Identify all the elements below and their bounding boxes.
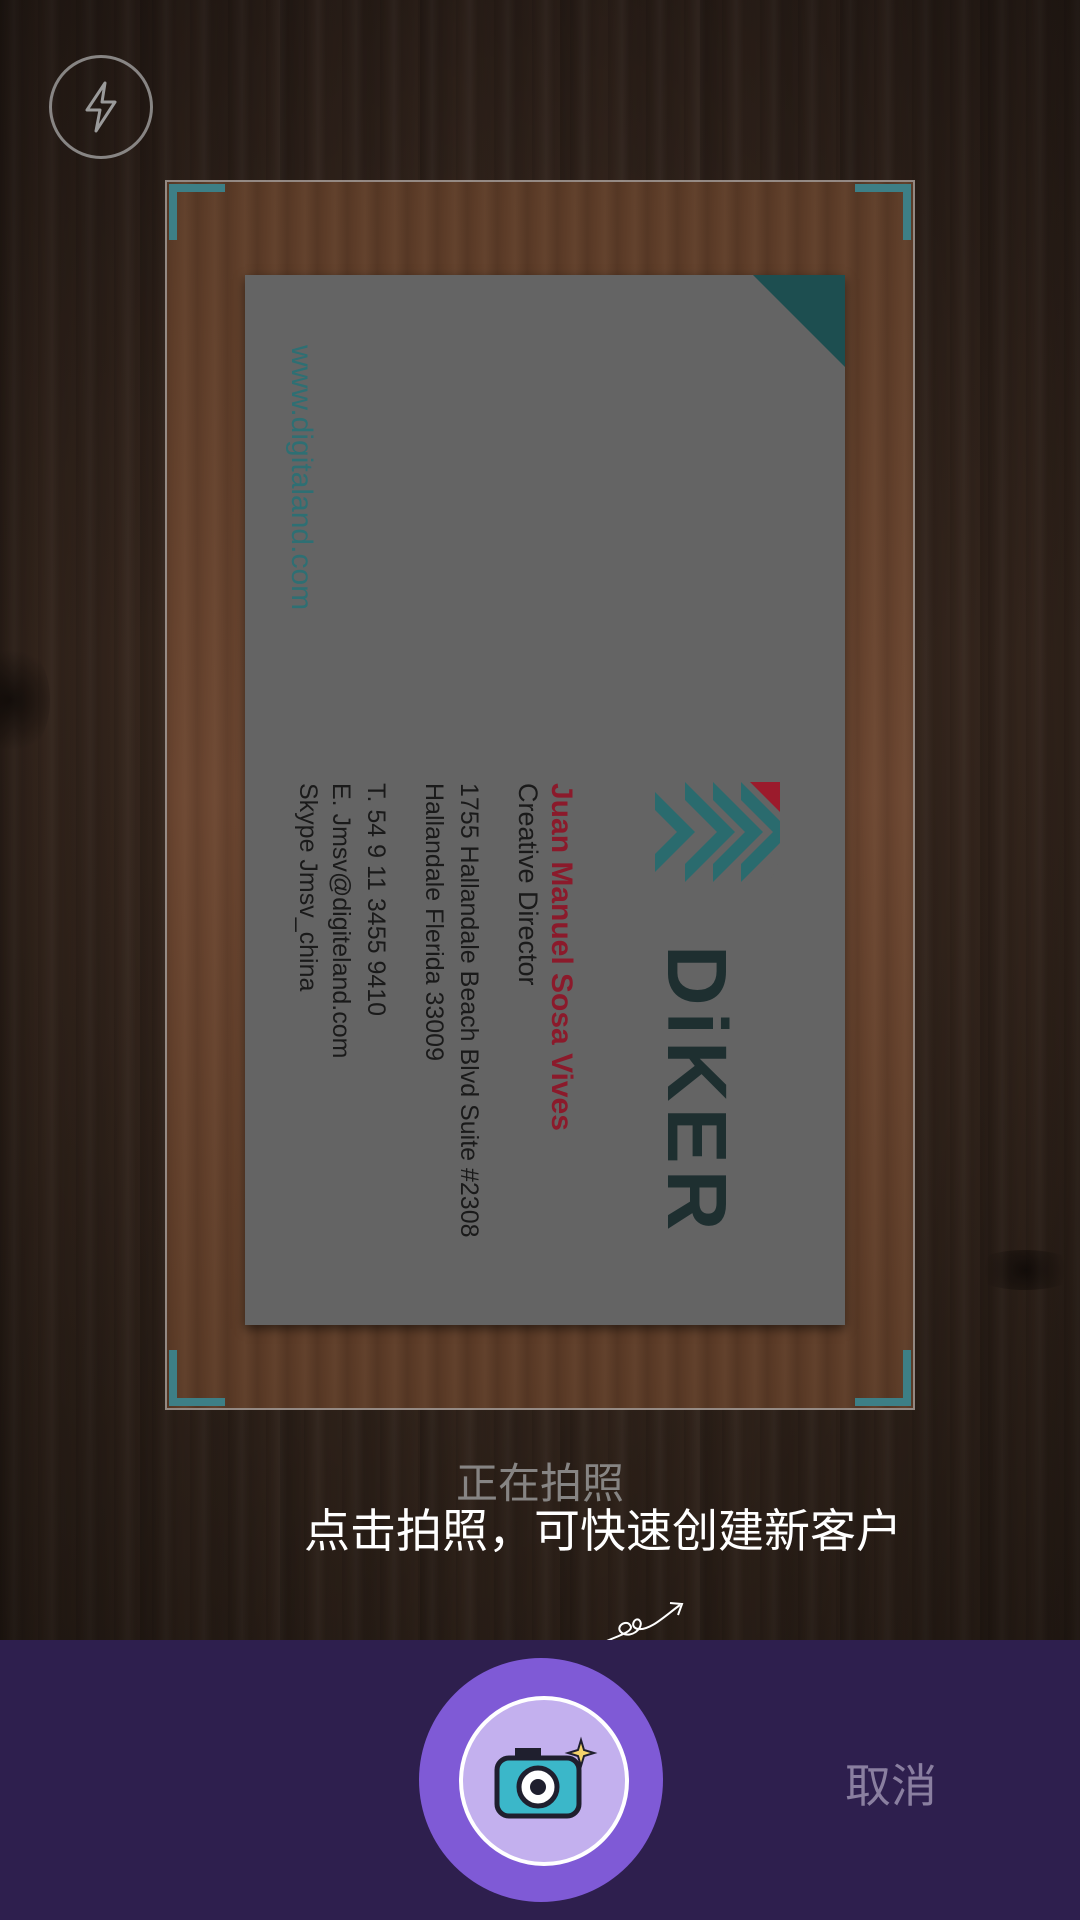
capture-hint-text: 点击拍照，可快速创建新客户: [304, 1504, 902, 1558]
camera-icon: [494, 1736, 598, 1819]
frame-corner-top-right: [855, 184, 911, 240]
shutter-button-inner[interactable]: [459, 1696, 629, 1866]
card-name: Juan Manuel Sosa Vives: [545, 783, 578, 1131]
card-title: Creative Director: [513, 783, 543, 986]
frame-corner-bottom-right: [855, 1350, 911, 1406]
card-address-line2: Hallandale Flerida 33009: [420, 783, 448, 1061]
frame-corner-top-left: [169, 184, 225, 240]
card-phone: T. 54 9 11 3455 9410: [362, 783, 390, 1017]
card-address-line1: 1755 Hallandale Beach Blvd Suite #2308: [455, 783, 483, 1238]
card-brand-logo-text: DiKER: [650, 945, 744, 1237]
card-email: E. Jmsv@digiteland.com: [327, 783, 355, 1059]
card-skype: Skype Jmsv_china: [294, 783, 322, 992]
card-corner-accent: [753, 275, 845, 367]
card-website: www.digitaland.com: [285, 345, 318, 611]
flash-button[interactable]: [49, 55, 153, 159]
cancel-button[interactable]: 取消: [845, 1750, 937, 1816]
doodle-arrow-icon: [601, 1602, 684, 1644]
flash-icon: [85, 81, 117, 133]
frame-corner-bottom-left: [169, 1350, 225, 1406]
card-logo-icon: [655, 782, 780, 907]
